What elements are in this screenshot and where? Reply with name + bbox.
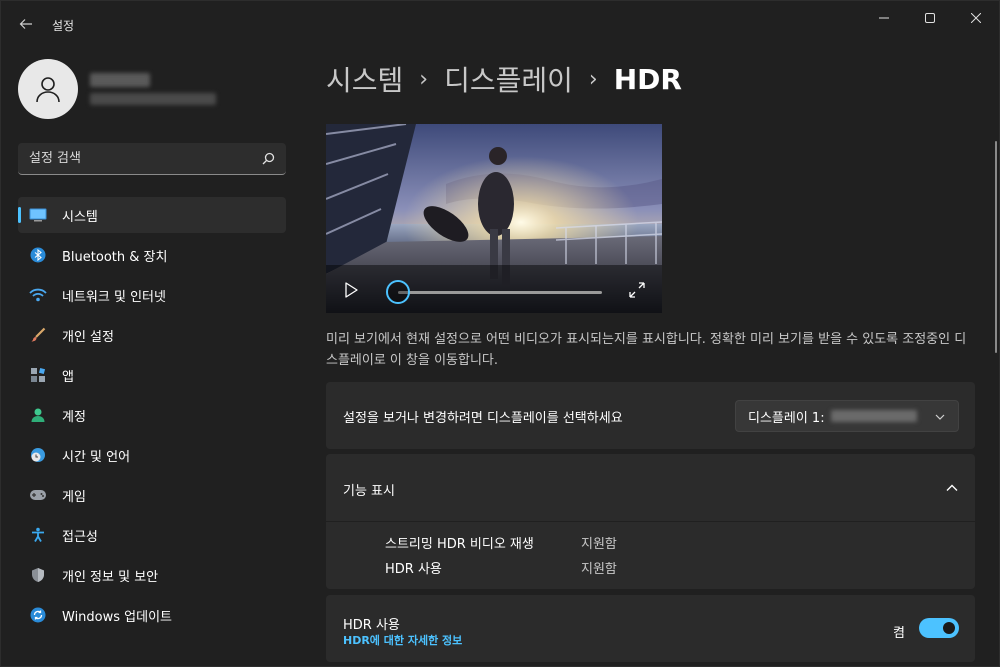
sidebar-item-label: 개인 설정 [62, 329, 114, 345]
maximize-button[interactable] [907, 1, 953, 35]
search-input[interactable] [29, 151, 249, 166]
title-bar: 설정 [1, 1, 1000, 45]
display-capabilities-header[interactable]: 기능 표시 [326, 454, 975, 521]
person-icon [29, 406, 47, 424]
display-capabilities-body: 스트리밍 HDR 비디오 재생 지원함 HDR 사용 지원함 [326, 522, 975, 589]
monitor-icon [29, 206, 47, 224]
chevron-right-icon: › [588, 66, 598, 92]
capability-value: 지원함 [581, 537, 617, 552]
settings-search [18, 143, 286, 175]
use-hdr-card: HDR 사용 HDR에 대한 자세한 정보 켬 [326, 595, 975, 662]
video-seek-thumb[interactable] [386, 280, 410, 304]
shield-icon [29, 566, 47, 584]
wifi-icon [29, 286, 47, 304]
sidebar-item-network[interactable]: 네트워크 및 인터넷 [18, 277, 286, 313]
maximize-icon [925, 13, 935, 23]
avatar [18, 59, 78, 119]
sidebar-item-time-language[interactable]: 시간 및 언어 [18, 437, 286, 473]
breadcrumb-system[interactable]: 시스템 [326, 59, 403, 99]
sidebar-item-label: 네트워크 및 인터넷 [62, 289, 166, 305]
display-dropdown[interactable]: 디스플레이 1: [735, 400, 959, 432]
sidebar-item-label: 시스템 [62, 209, 98, 225]
play-button[interactable] [341, 280, 361, 300]
sidebar-item-label: Bluetooth & 장치 [62, 249, 168, 265]
sidebar-item-personalization[interactable]: 개인 설정 [18, 317, 286, 353]
profile-email-redacted [90, 93, 216, 105]
sidebar-item-gaming[interactable]: 게임 [18, 477, 286, 513]
page-title: HDR [613, 62, 682, 96]
hdr-toggle[interactable] [919, 618, 959, 638]
breadcrumb: 시스템 › 디스플레이 › HDR [326, 59, 682, 99]
close-icon [971, 13, 981, 23]
display-dropdown-value: 디스플레이 1: [748, 410, 825, 426]
capability-name: HDR 사용 [385, 562, 442, 577]
sidebar-nav: 시스템 Bluetooth & 장치 네트워크 및 인터넷 개인 설정 앱 계정… [18, 197, 286, 637]
paintbrush-icon [29, 326, 47, 344]
sidebar-item-label: 게임 [62, 489, 86, 505]
gamepad-icon [29, 486, 47, 504]
minimize-button[interactable] [861, 1, 907, 35]
bluetooth-icon [29, 246, 47, 264]
display-select-card: 설정을 보거나 변경하려면 디스플레이를 선택하세요 디스플레이 1: [326, 382, 975, 449]
capability-value: 지원함 [581, 562, 617, 577]
hdr-video-preview [326, 124, 662, 313]
sidebar-item-label: 계정 [62, 409, 86, 425]
profile-name-redacted [90, 73, 150, 87]
back-button[interactable] [13, 11, 39, 37]
sidebar-item-label: 개인 정보 및 보안 [62, 569, 159, 585]
arrow-left-icon [19, 19, 32, 29]
chevron-up-icon [946, 484, 958, 491]
sidebar-item-label: 접근성 [62, 529, 98, 545]
hdr-toggle-state: 켬 [893, 626, 905, 641]
sidebar-item-system[interactable]: 시스템 [18, 197, 286, 233]
preview-description: 미리 보기에서 현재 설정으로 어떤 비디오가 표시되는지를 표시합니다. 정확… [326, 332, 967, 368]
minimize-icon [879, 17, 889, 19]
person-avatar-icon [36, 77, 60, 103]
sidebar-item-bluetooth[interactable]: Bluetooth & 장치 [18, 237, 286, 273]
capabilities-title: 기능 표시 [343, 484, 395, 499]
sidebar-item-apps[interactable]: 앱 [18, 357, 286, 393]
fullscreen-button[interactable] [627, 280, 647, 300]
close-button[interactable] [953, 1, 999, 35]
display-name-redacted [830, 410, 917, 422]
sidebar-item-accounts[interactable]: 계정 [18, 397, 286, 433]
sidebar-item-label: 앱 [62, 369, 74, 385]
video-seek-bar[interactable] [398, 291, 602, 294]
sidebar-item-windows-update[interactable]: Windows 업데이트 [18, 597, 286, 633]
use-hdr-label: HDR 사용 [343, 618, 400, 633]
update-icon [29, 606, 47, 624]
toggle-knob [943, 622, 955, 634]
video-frame-image [326, 124, 662, 313]
capability-name: 스트리밍 HDR 비디오 재생 [385, 537, 534, 552]
sidebar-item-label: Windows 업데이트 [62, 609, 173, 625]
breadcrumb-display[interactable]: 디스플레이 [444, 59, 573, 99]
accessibility-icon [29, 526, 47, 544]
sidebar-item-label: 시간 및 언어 [62, 449, 131, 465]
scrollbar[interactable] [995, 141, 997, 353]
chevron-down-icon [935, 414, 945, 420]
apps-icon [29, 366, 47, 384]
search-icon[interactable] [260, 151, 276, 167]
app-title: 설정 [52, 19, 75, 33]
sidebar-item-accessibility[interactable]: 접근성 [18, 517, 286, 553]
display-select-label: 설정을 보거나 변경하려면 디스플레이를 선택하세요 [343, 411, 623, 426]
settings-window: 설정 시스템 Bl [0, 0, 1000, 667]
globe-clock-icon [29, 446, 47, 464]
sidebar-item-privacy-security[interactable]: 개인 정보 및 보안 [18, 557, 286, 593]
chevron-right-icon: › [419, 66, 429, 92]
hdr-learn-more-link[interactable]: HDR에 대한 자세한 정보 [343, 632, 462, 648]
